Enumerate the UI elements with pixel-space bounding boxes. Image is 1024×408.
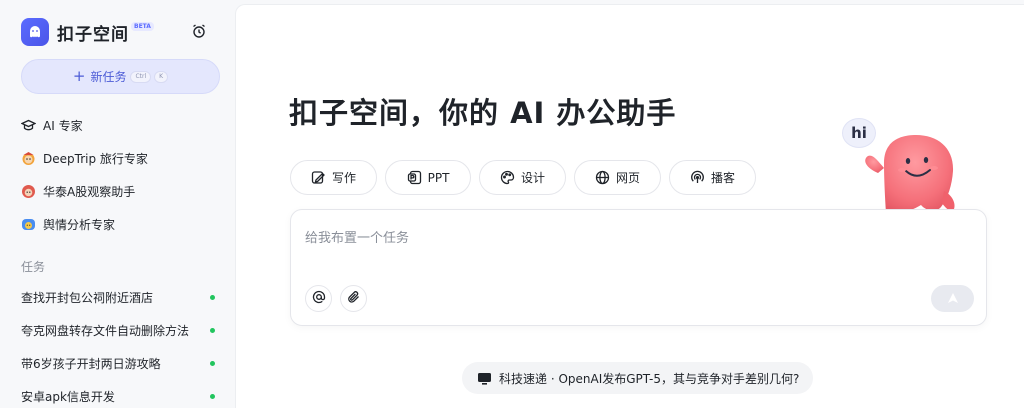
chip-design[interactable]: 设计 xyxy=(479,160,566,195)
chip-label: 网页 xyxy=(615,171,640,185)
tasks-section-label: 任务 xyxy=(21,260,46,274)
shortcut-key: K xyxy=(154,70,169,83)
mascot-speech-bubble: hi xyxy=(842,118,876,148)
sentiment-avatar-icon xyxy=(21,217,36,232)
paperclip-icon xyxy=(347,289,361,308)
status-dot xyxy=(210,360,215,366)
chip-label: 写作 xyxy=(331,171,356,185)
chip-label: 播客 xyxy=(710,171,735,185)
task-item[interactable]: 带6岁孩子开封两日游攻略 xyxy=(21,353,215,373)
task-label: 安卓apk信息开发 xyxy=(21,389,115,404)
chip-ppt[interactable]: PPT xyxy=(385,160,471,195)
sidebar-item-label: DeepTrip 旅行专家 xyxy=(43,151,148,166)
send-button[interactable] xyxy=(931,285,974,312)
chip-label: PPT xyxy=(427,170,450,185)
chip-podcast[interactable]: 播客 xyxy=(669,160,756,195)
sidebar-item-ai-expert[interactable]: AI 专家 xyxy=(21,115,83,135)
plus-icon: + xyxy=(72,67,86,85)
news-text: 科技速递 · OpenAI发布GPT-5，其与竞争对手差别几何? xyxy=(499,371,800,386)
app-logo-icon xyxy=(21,18,49,46)
task-label: 夸克网盘转存文件自动删除方法 xyxy=(21,323,190,338)
status-dot xyxy=(210,294,215,300)
task-input[interactable]: 给我布置一个任务 xyxy=(305,227,409,246)
huatai-avatar-icon xyxy=(21,184,36,199)
chip-webpage[interactable]: 网页 xyxy=(574,160,661,195)
page-title: 扣子空间，你的 AI 办公助手 xyxy=(289,96,677,130)
sidebar-item-label: 舆情分析专家 xyxy=(43,217,116,232)
task-item[interactable]: 夸克网盘转存文件自动删除方法 xyxy=(21,320,215,340)
chip-label: 设计 xyxy=(520,171,545,185)
podcast-icon xyxy=(690,170,705,185)
graduation-cap-icon xyxy=(21,118,36,133)
sidebar-item-deeptrip[interactable]: DeepTrip 旅行专家 xyxy=(21,148,148,168)
chip-writing[interactable]: 写作 xyxy=(290,160,377,195)
news-banner[interactable]: 科技速递 · OpenAI发布GPT-5，其与竞争对手差别几何? xyxy=(462,362,813,394)
skill-chips: 写作 PPT 设计 网页 播客 xyxy=(290,160,764,195)
new-task-button[interactable]: + 新任务 Ctrl K xyxy=(21,59,220,94)
globe-icon xyxy=(595,170,610,185)
monitor-icon xyxy=(477,371,492,386)
shortcut-ctrl: Ctrl xyxy=(130,70,152,83)
sidebar-item-huatai[interactable]: 华泰A股观察助手 xyxy=(21,181,135,201)
task-composer[interactable]: 给我布置一个任务 xyxy=(290,209,987,326)
task-item[interactable]: 安卓apk信息开发 xyxy=(21,386,215,406)
writing-icon xyxy=(311,170,326,185)
sidebar-item-sentiment[interactable]: 舆情分析专家 xyxy=(21,214,115,234)
ppt-icon xyxy=(407,170,422,185)
palette-icon xyxy=(500,170,515,185)
deeptrip-avatar-icon xyxy=(21,151,36,166)
new-task-label: 新任务 xyxy=(90,70,127,84)
status-dot xyxy=(210,327,215,333)
sidebar-item-label: 华泰A股观察助手 xyxy=(43,184,136,199)
brand-name: 扣子空间 xyxy=(57,24,129,45)
task-label: 带6岁孩子开封两日游攻略 xyxy=(21,356,161,371)
sidebar-item-label: AI 专家 xyxy=(43,118,83,133)
at-sign-icon xyxy=(312,289,326,308)
brand[interactable]: 扣子空间 BETA xyxy=(21,17,154,47)
status-dot xyxy=(210,393,215,399)
beta-badge: BETA xyxy=(131,21,154,31)
send-arrow-icon xyxy=(947,289,959,308)
alarm-clock-icon[interactable] xyxy=(191,23,207,39)
task-item[interactable]: 查找开封包公祠附近酒店 xyxy=(21,287,215,307)
task-label: 查找开封包公祠附近酒店 xyxy=(21,290,154,305)
mention-button[interactable] xyxy=(305,285,332,312)
attach-button[interactable] xyxy=(340,285,367,312)
sidebar: 扣子空间 BETA + 新任务 Ctrl K AI 专家 DeepTrip 旅行… xyxy=(0,0,234,408)
